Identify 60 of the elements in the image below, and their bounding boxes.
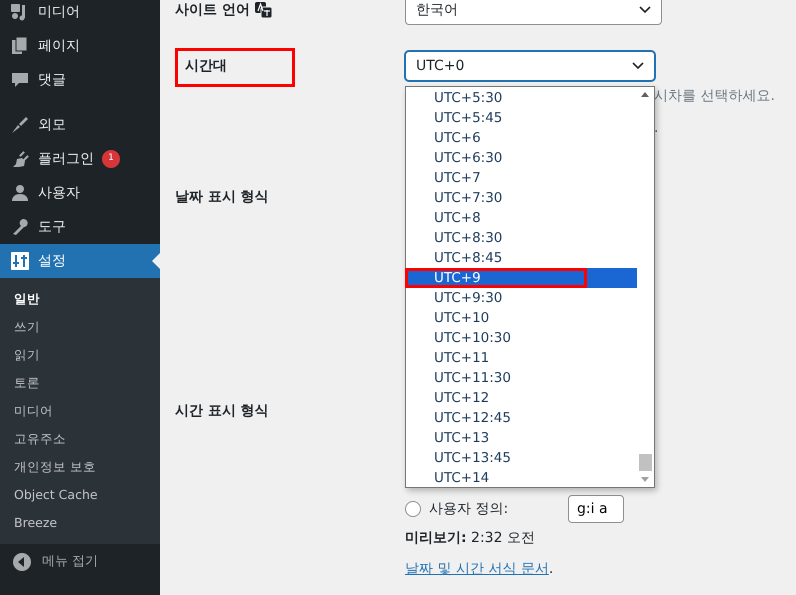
dropdown-option[interactable]: UTC+7 xyxy=(406,168,637,188)
submenu-item[interactable]: 쓰기 xyxy=(0,313,160,341)
dropdown-option[interactable]: UTC+12 xyxy=(406,388,637,408)
submenu-item[interactable]: Object Cache xyxy=(0,481,160,509)
scrollbar[interactable] xyxy=(637,87,654,487)
dropdown-option[interactable]: UTC+9 xyxy=(406,268,637,288)
menu-item[interactable]: 댓글 xyxy=(0,63,160,97)
field-label: 날짜 표시 형식 xyxy=(175,188,269,206)
dropdown-option[interactable]: UTC+6:30 xyxy=(406,148,637,168)
dropdown-option[interactable]: UTC+10:30 xyxy=(406,328,637,348)
submenu-item[interactable]: 읽기 xyxy=(0,341,160,369)
dropdown-option[interactable]: UTC+8:30 xyxy=(406,228,637,248)
collapse-menu-button[interactable]: 메뉴 접기 xyxy=(0,544,160,580)
submenu-item[interactable]: 미디어 xyxy=(0,397,160,425)
hint-text: 시차를 선택하세요. xyxy=(654,86,775,106)
dropdown-option[interactable]: UTC+11 xyxy=(406,348,637,368)
count-badge: 1 xyxy=(102,150,120,168)
period-text: . xyxy=(548,560,554,579)
docs-link[interactable]: 날짜 및 시간 서식 문서 xyxy=(405,559,549,580)
hint-text: . xyxy=(654,118,658,138)
submenu-item[interactable]: 고유주소 xyxy=(0,425,160,453)
dropdown-option[interactable]: UTC+10 xyxy=(406,308,637,328)
menu-item[interactable]: 외모 xyxy=(0,108,160,142)
menu-item[interactable]: 미디어 xyxy=(0,0,160,29)
speech-bubble-icon xyxy=(10,70,30,90)
preview-text: 미리보기: 2:32 오전 xyxy=(405,529,535,548)
menu-item[interactable]: 사용자 xyxy=(0,176,160,210)
format-input[interactable]: g:i a xyxy=(568,495,624,523)
menu-item[interactable]: 플러그인 1 xyxy=(0,142,160,176)
language-select[interactable]: 한국어 xyxy=(405,0,662,25)
dropdown-option[interactable]: UTC+12:45 xyxy=(406,408,637,428)
menu-item[interactable]: 페이지 xyxy=(0,29,160,63)
radio-button[interactable] xyxy=(405,501,421,517)
field-label: 사이트 언어 xyxy=(175,0,250,20)
chevron-down-icon xyxy=(632,62,644,70)
translation-icon xyxy=(254,1,273,19)
dropdown-option[interactable]: UTC+13 xyxy=(406,428,637,448)
menu-item[interactable]: 설정 xyxy=(0,244,160,278)
dropdown-option[interactable]: UTC+7:30 xyxy=(406,188,637,208)
timezone-select[interactable]: UTC+0 xyxy=(405,51,655,81)
dropdown-option[interactable]: UTC+5:30 xyxy=(406,88,637,108)
dropdown-option[interactable]: UTC+8 xyxy=(406,208,637,228)
submenu-item[interactable]: Breeze xyxy=(0,509,160,537)
dropdown-option[interactable]: UTC+13:45 xyxy=(406,448,637,468)
chevron-down-icon xyxy=(639,6,651,14)
radio-label: 사용자 정의: xyxy=(429,500,510,518)
submenu-item[interactable]: 개인정보 보호 xyxy=(0,453,160,481)
dropdown-option[interactable]: UTC+11:30 xyxy=(406,368,637,388)
submenu-item[interactable]: 토론 xyxy=(0,369,160,397)
user-icon xyxy=(10,183,30,203)
field-label: 시간 표시 형식 xyxy=(175,402,269,420)
dropdown-option[interactable]: UTC+8:45 xyxy=(406,248,637,268)
dropdown-option[interactable]: UTC+9:30 xyxy=(406,288,637,308)
submenu-item[interactable]: 일반 xyxy=(0,285,160,313)
dropdown-option[interactable]: UTC+14 xyxy=(406,468,637,488)
dropdown-option[interactable]: UTC+6 xyxy=(406,128,637,148)
menu-item[interactable]: 도구 xyxy=(0,210,160,244)
dropdown-option[interactable]: UTC+5:45 xyxy=(406,108,637,128)
field-label: 시간대 xyxy=(185,56,227,76)
sliders-icon xyxy=(10,251,30,271)
